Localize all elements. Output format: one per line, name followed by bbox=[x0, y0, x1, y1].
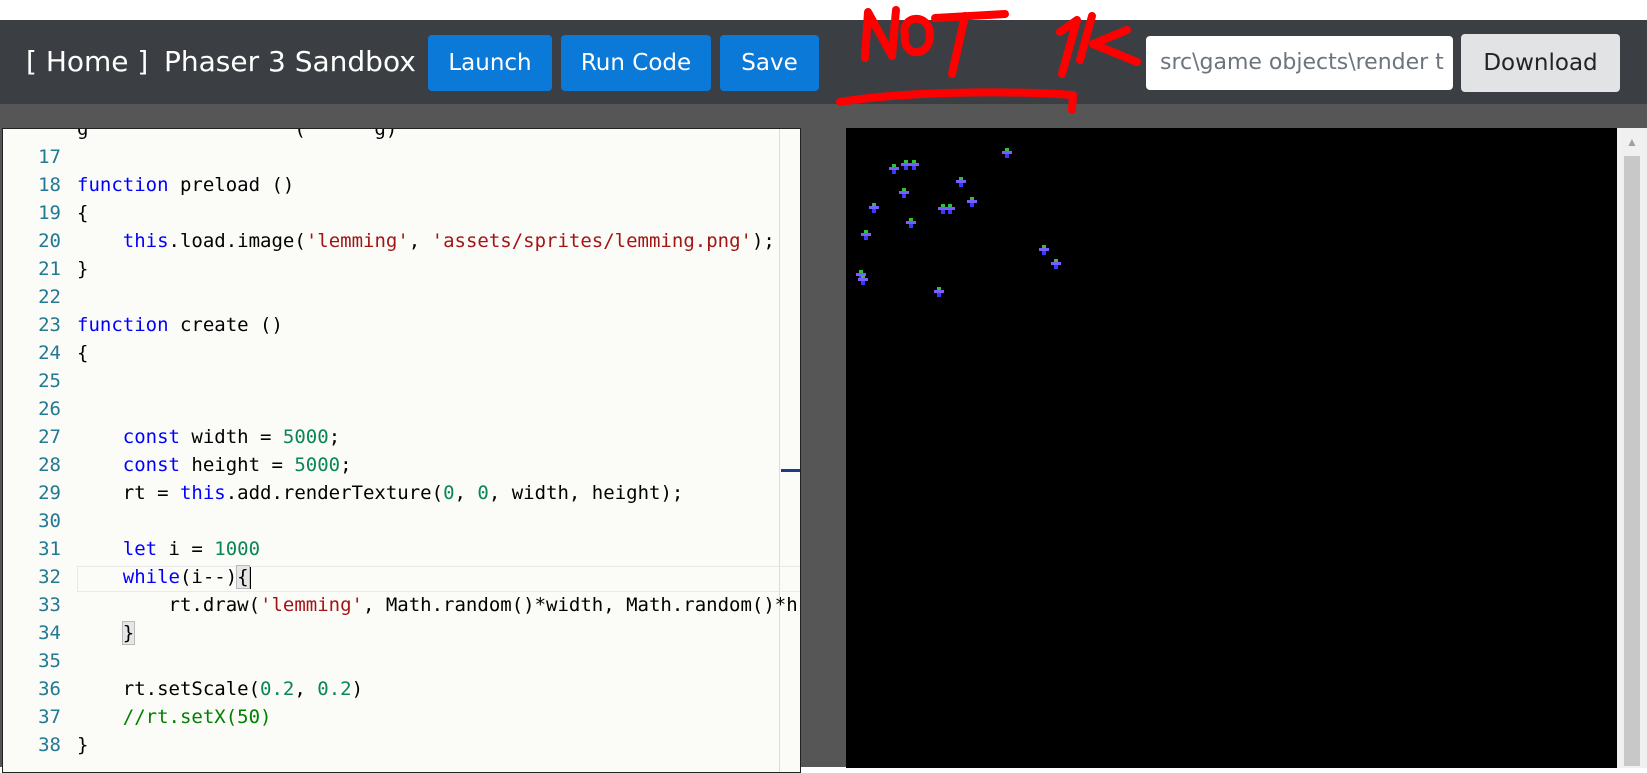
lemming-sprite bbox=[909, 160, 919, 170]
download-button[interactable]: Download bbox=[1461, 34, 1620, 92]
code-line: 31 let i = 1000 bbox=[38, 538, 261, 560]
code-editor[interactable]: g ( g) 17 18 function preload () 19{ 20 t… bbox=[2, 128, 801, 773]
lemming-sprite bbox=[945, 204, 955, 214]
lemming-sprite bbox=[967, 197, 977, 207]
home-link[interactable]: [ Home ] bbox=[26, 46, 148, 78]
code-line: 19{ bbox=[38, 202, 89, 224]
code-line: 27 const width = 5000; bbox=[38, 426, 341, 448]
lemming-sprite bbox=[906, 218, 916, 228]
code-line: 24{ bbox=[38, 342, 89, 364]
lemming-sprite bbox=[899, 188, 909, 198]
code-line: 20 this.load.image('lemming', 'assets/sp… bbox=[38, 230, 775, 252]
text-caret bbox=[248, 566, 251, 589]
game-sprites bbox=[856, 148, 1061, 297]
lemming-sprite bbox=[889, 164, 899, 174]
code-line: 28 const height = 5000; bbox=[38, 454, 352, 476]
code-line: 30 bbox=[38, 510, 61, 532]
code-line: 22 bbox=[38, 286, 61, 308]
code-line: g ( g) bbox=[3, 128, 800, 143]
code-line: 18 function preload () bbox=[38, 174, 295, 196]
code-line: 23 function create () bbox=[38, 314, 283, 336]
code-line: 38} bbox=[38, 734, 89, 756]
code-line: 21} bbox=[38, 258, 89, 280]
code-partial-line: g ( g) bbox=[77, 128, 398, 140]
run-code-button[interactable]: Run Code bbox=[561, 35, 711, 91]
launch-button[interactable]: Launch bbox=[428, 35, 552, 91]
game-canvas[interactable] bbox=[846, 128, 1617, 768]
code-line: 32 while(i--){ bbox=[38, 565, 251, 589]
scroll-up-arrow-icon[interactable]: ▲ bbox=[1617, 128, 1647, 156]
lemming-sprite bbox=[934, 287, 944, 297]
code-line: 26 bbox=[38, 398, 61, 420]
code-line: 33 rt.draw('lemming', Math.random()*widt… bbox=[38, 594, 798, 616]
code-line: 29 rt = this.add.renderTexture(0, 0, wid… bbox=[38, 482, 684, 504]
code-line: 17 bbox=[38, 146, 61, 168]
lemming-sprite bbox=[1039, 245, 1049, 255]
lemming-sprite bbox=[869, 203, 879, 213]
lemming-sprite bbox=[861, 230, 871, 240]
canvas-scrollbar[interactable]: ▲ bbox=[1617, 128, 1647, 768]
lemming-sprite bbox=[1002, 148, 1012, 158]
path-input[interactable]: src\game objects\render t bbox=[1146, 36, 1453, 90]
code-line: 34 } bbox=[38, 621, 136, 645]
app-title: Phaser 3 Sandbox bbox=[164, 45, 416, 78]
code-line: 35 bbox=[38, 650, 61, 672]
lemming-sprite bbox=[956, 177, 966, 187]
code-line: 36 rt.setScale(0.2, 0.2) bbox=[38, 678, 364, 700]
save-button[interactable]: Save bbox=[720, 35, 819, 91]
workspace: g ( g) 17 18 function preload () 19{ 20 t… bbox=[0, 104, 1647, 773]
code-line: 37 //rt.setX(50) bbox=[38, 706, 272, 728]
lemming-sprite bbox=[1051, 259, 1061, 269]
scroll-thumb[interactable] bbox=[1624, 156, 1640, 766]
code-line: 25 bbox=[38, 370, 61, 392]
navbar: [ Home ] Phaser 3 Sandbox Launch Run Cod… bbox=[0, 20, 1647, 104]
